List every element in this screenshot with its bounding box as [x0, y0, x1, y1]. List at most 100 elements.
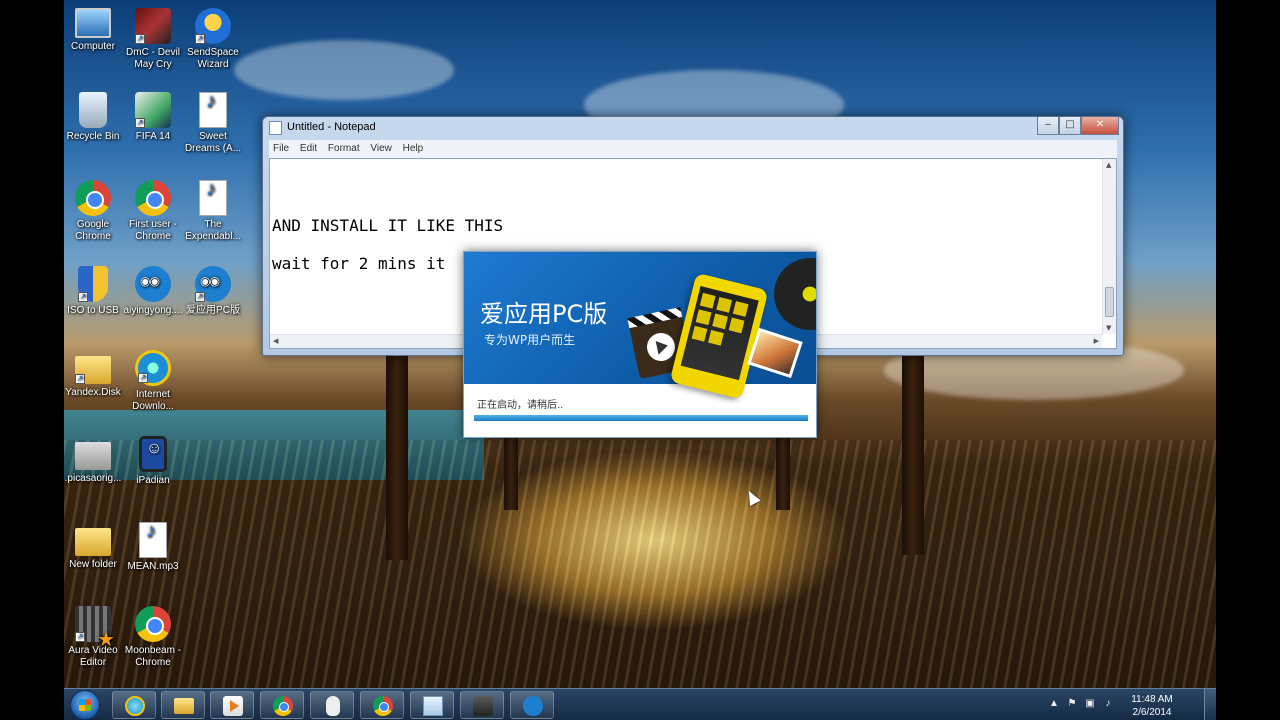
folder-icon: [174, 698, 194, 714]
desktop-icon-the-expendables[interactable]: The Expendabl...: [182, 180, 244, 243]
desktop-icon-sendspace[interactable]: ↗ SendSpace Wizard: [182, 8, 244, 71]
phone-icon: [669, 272, 769, 400]
video-editor-icon: ↗: [75, 606, 115, 646]
start-button[interactable]: [70, 690, 100, 720]
desktop-icon-label: Recycle Bin: [66, 131, 120, 142]
menu-format[interactable]: Format: [328, 143, 360, 154]
scroll-right-icon[interactable]: ▶: [1094, 337, 1099, 345]
network-icon[interactable]: ▣: [1084, 698, 1096, 710]
desktop-icon-label: The Expendabl...: [185, 219, 241, 242]
desktop-icon-dmc[interactable]: ↗ DmC - Devil May Cry: [122, 8, 184, 71]
desktop-icon-fifa[interactable]: ↗ FIFA 14: [122, 92, 184, 143]
desktop-icon-new-folder[interactable]: New folder: [64, 522, 124, 571]
volume-icon[interactable]: ♪: [1102, 698, 1114, 710]
clock-date[interactable]: 2/6/2014: [1122, 707, 1182, 718]
scrollbar-thumb[interactable]: [1105, 287, 1114, 317]
vertical-scrollbar[interactable]: ▲ ▼: [1102, 159, 1116, 334]
desktop-icon-recycle-bin[interactable]: Recycle Bin: [64, 92, 124, 143]
desktop-icon-sweet-dreams[interactable]: Sweet Dreams (A...: [182, 92, 244, 155]
desktop-icon-iso-to-usb[interactable]: ↗ ISO to USB: [64, 266, 124, 317]
desktop-icon-first-user-chrome[interactable]: First user - Chrome: [122, 180, 184, 243]
desktop-icon-aiyingyong-pc[interactable]: ↗ 爱应用PC版: [182, 266, 244, 317]
chrome-icon: [373, 696, 393, 716]
taskbar-app-chrome-2[interactable]: [360, 691, 404, 719]
chrome-icon: [273, 696, 293, 716]
desktop-icon-label: New folder: [69, 559, 117, 570]
desktop-icon-picasaorig[interactable]: .picasaorig...: [64, 436, 124, 485]
shield-icon: ↗: [78, 266, 108, 302]
desktop-icon-label: iPadian: [136, 475, 170, 486]
taskbar-app-notepad[interactable]: [410, 691, 454, 719]
desktop-icon-label: Internet Downlo...: [132, 389, 174, 412]
sendspace-icon: ↗: [195, 8, 231, 44]
desktop-icon-internet-download[interactable]: ↗ Internet Downlo...: [122, 350, 184, 413]
system-tray: ▲ ⚑ ▣ ♪ 11:48 AM 2/6/2014: [1048, 689, 1188, 720]
flag-icon[interactable]: ⚑: [1066, 698, 1078, 710]
splash-subtitle: 专为WP用户而生: [484, 333, 576, 347]
desktop-icon-label: ISO to USB: [67, 305, 119, 316]
shortcut-arrow-icon: ↗: [78, 292, 88, 302]
tile: [712, 313, 728, 330]
desktop-icon-label: MEAN.mp3: [127, 561, 179, 572]
music-disc-icon: [774, 258, 816, 330]
scroll-left-icon[interactable]: ◀: [273, 337, 278, 345]
game-icon: ↗: [135, 8, 171, 44]
desktop-icon-moonbeam-chrome[interactable]: Moonbeam - Chrome: [122, 606, 184, 669]
shortcut-arrow-icon: ↗: [195, 34, 205, 44]
menu-file[interactable]: File: [273, 143, 289, 154]
game-icon: ↗: [135, 92, 171, 128]
menu-view[interactable]: View: [370, 143, 392, 154]
desktop-icon-aiyingyong[interactable]: aiyingyong....: [122, 266, 184, 317]
folder-icon: [75, 442, 111, 470]
taskbar-app-media-app[interactable]: [460, 691, 504, 719]
chrome-icon: [135, 606, 171, 642]
computer-icon: [75, 8, 111, 38]
mp3-file-icon: [199, 92, 227, 128]
clock-time[interactable]: 11:48 AM: [1122, 694, 1182, 705]
taskbar-app-windows-explorer[interactable]: [161, 691, 205, 719]
desktop-icon-mean-mp3[interactable]: MEAN.mp3: [122, 522, 184, 573]
chrome-icon: [75, 180, 111, 216]
taskbar-app-chrome[interactable]: [260, 691, 304, 719]
recycle-bin-icon: [79, 92, 107, 128]
menu-edit[interactable]: Edit: [300, 143, 317, 154]
scroll-up-icon[interactable]: ▲: [1106, 161, 1111, 169]
app-splash-dialog: 爱应用PC版 专为WP用户而生 正在启动，请稍后..: [463, 251, 817, 438]
taskbar-app-mouse-utility[interactable]: [310, 691, 354, 719]
desktop-icon-label: .picasaorig...: [64, 473, 122, 484]
splash-progress-bar: [474, 415, 808, 421]
desktop-icon-computer[interactable]: Computer: [64, 8, 124, 53]
mouse-icon: [326, 696, 340, 716]
text-line: AND INSTALL IT LIKE THIS: [272, 216, 504, 235]
notepad-titlebar[interactable]: Untitled - Notepad: [263, 117, 1123, 139]
maximize-button[interactable]: □: [1059, 117, 1081, 135]
desktop-icon-label: Aura Video Editor: [68, 645, 118, 668]
progress-fill: [474, 415, 808, 421]
desktop-icon-label: Yandex.Disk: [65, 387, 121, 398]
desktop-icon-yandex-disk[interactable]: ↗ Yandex.Disk: [64, 350, 124, 399]
desktop-icon-label: Moonbeam - Chrome: [124, 645, 182, 668]
shortcut-arrow-icon: ↗: [135, 118, 145, 128]
minimize-button[interactable]: ‒: [1037, 117, 1059, 135]
text-line: wait for 2 mins it: [272, 254, 446, 273]
taskbar-app-owl[interactable]: [510, 691, 554, 719]
desktop-icon-ipadian[interactable]: iPadian: [122, 436, 184, 487]
ipadian-icon: [139, 436, 167, 472]
show-hidden-icon[interactable]: ▲: [1048, 698, 1060, 710]
tile: [728, 317, 745, 334]
tile: [691, 325, 708, 342]
menu-help[interactable]: Help: [403, 143, 424, 154]
desktop-icon-google-chrome[interactable]: Google Chrome: [64, 180, 124, 243]
scroll-down-icon[interactable]: ▼: [1106, 324, 1111, 332]
show-desktop-button[interactable]: [1204, 689, 1216, 720]
splash-banner: 爱应用PC版 专为WP用户而生: [464, 252, 816, 400]
desktop-icon-label: aiyingyong....: [123, 305, 183, 316]
desktop-icon-aura-video-editor[interactable]: ↗ Aura Video Editor: [64, 606, 124, 669]
shortcut-arrow-icon: ↗: [195, 292, 205, 302]
desktop-icon-label: 爱应用PC版: [186, 305, 240, 316]
close-button[interactable]: ✕: [1081, 117, 1119, 135]
tile: [732, 301, 749, 317]
taskbar-app-media-player[interactable]: [210, 691, 254, 719]
taskbar-app-internet-explorer[interactable]: [112, 691, 156, 719]
wallpaper-deck: [64, 440, 1216, 688]
